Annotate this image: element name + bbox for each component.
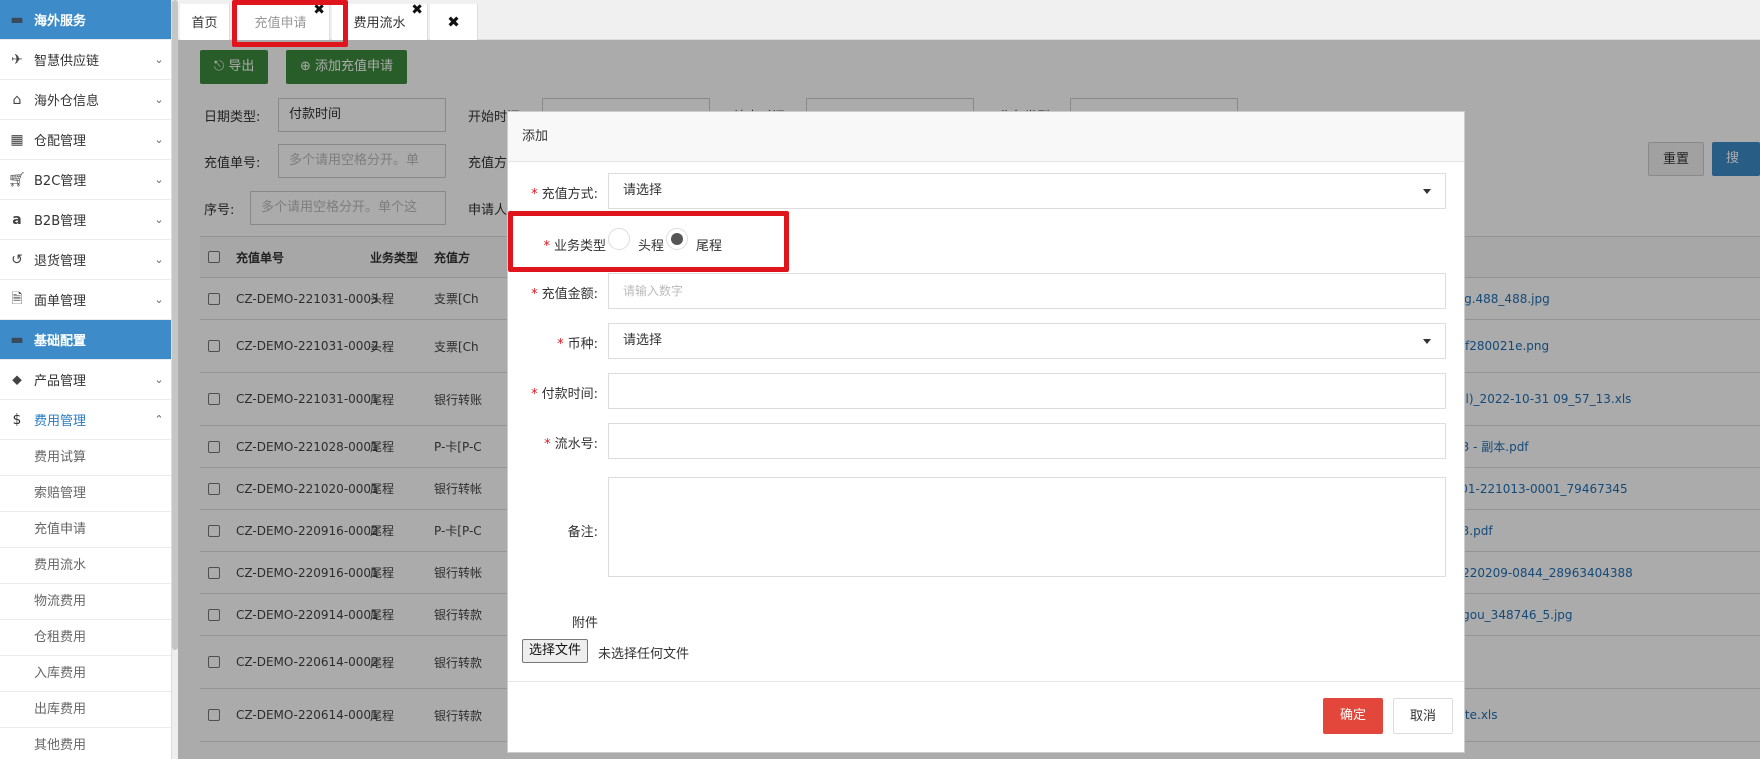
sidebar-subitem-inbound-fee[interactable]: 入库费用 bbox=[0, 656, 171, 692]
chevron-down-icon: ⌄ bbox=[154, 173, 164, 186]
choose-file-button[interactable]: 选择文件 bbox=[522, 639, 589, 663]
chevron-down-icon: ⌄ bbox=[154, 93, 164, 106]
tab-bar: 首页 充值申请 ✖ 费用流水 ✖ ✖ bbox=[178, 0, 1760, 40]
serial-label-text: 流水号: bbox=[554, 437, 598, 452]
dialog-footer-divider bbox=[508, 681, 1464, 682]
cancel-button[interactable]: 取消 bbox=[1393, 698, 1453, 734]
amazon-icon: a bbox=[12, 211, 22, 228]
sidebar-item-labels[interactable]: 🗎︎ 面单管理 ⌄ bbox=[0, 280, 171, 320]
method-select-value: 请选择 bbox=[623, 183, 663, 198]
confirm-button[interactable]: 确定 bbox=[1323, 698, 1383, 734]
dialog-title: 添加 bbox=[508, 112, 1464, 162]
file-status: 未选择任何文件 bbox=[598, 647, 690, 662]
undo-icon: ↺ bbox=[11, 251, 23, 268]
dollar-icon: $ bbox=[12, 411, 22, 428]
serial-input[interactable] bbox=[608, 423, 1446, 459]
tab-home[interactable]: 首页 bbox=[180, 4, 230, 40]
chevron-down-icon: ⌄ bbox=[154, 133, 164, 146]
sidebar-item-label: 基础配置 bbox=[34, 334, 87, 349]
sidebar-subitem-recharge[interactable]: 充值申请 bbox=[0, 512, 171, 548]
sidebar-item-label: B2C管理 bbox=[34, 174, 87, 189]
sidebar-item-label: 费用管理 bbox=[34, 414, 87, 429]
add-recharge-dialog: 添加 * 充值方式: 请选择 * 业务类型 头程 尾程 * 充值金额: 请输入数字 *… bbox=[507, 111, 1465, 753]
highlight-box-tab bbox=[232, 0, 348, 47]
chevron-down-icon: ⌄ bbox=[154, 213, 164, 226]
folder-icon: ▬ bbox=[10, 331, 24, 348]
sidebar-item-products[interactable]: ⬥ 产品管理 ⌄ bbox=[0, 360, 171, 400]
paytime-label-text: 付款时间: bbox=[541, 387, 598, 402]
method-select[interactable]: 请选择 bbox=[608, 173, 1446, 209]
home-icon: ⌂ bbox=[12, 91, 22, 108]
paytime-input[interactable] bbox=[608, 373, 1446, 409]
sidebar-subitem-claims[interactable]: 索赔管理 bbox=[0, 476, 171, 512]
tag-icon: ⬥ bbox=[12, 371, 22, 388]
plane-icon: ✈ bbox=[11, 51, 23, 68]
remark-label: 备注: bbox=[567, 525, 598, 540]
required-mark: * bbox=[557, 337, 564, 352]
chevron-down-icon: ⌄ bbox=[154, 373, 164, 386]
sidebar-item-fees[interactable]: $ 费用管理 ⌃ bbox=[0, 400, 171, 440]
tab-label: 首页 bbox=[191, 16, 218, 31]
document-icon: 🗎︎ bbox=[11, 290, 23, 307]
required-mark: * bbox=[531, 287, 538, 302]
folder-icon: ▬ bbox=[10, 11, 24, 28]
attach-label: 附件 bbox=[571, 616, 598, 631]
method-label: * 充值方式: bbox=[508, 183, 598, 202]
sidebar-item-warehouse-delivery[interactable]: ▦ 仓配管理 ⌄ bbox=[0, 120, 171, 160]
sidebar-item-label: 海外仓信息 bbox=[34, 94, 100, 109]
close-icon[interactable]: ✖ bbox=[447, 13, 460, 31]
sidebar-item-label: 仓配管理 bbox=[34, 134, 87, 149]
sidebar-subitem-outbound-fee[interactable]: 出库费用 bbox=[0, 692, 171, 728]
highlight-box-biz-type bbox=[508, 211, 789, 272]
tab-label: 费用流水 bbox=[353, 16, 406, 31]
tab-close-all[interactable]: ✖ bbox=[430, 4, 478, 40]
paytime-label: * 付款时间: bbox=[508, 383, 598, 402]
amount-input[interactable]: 请输入数字 bbox=[608, 273, 1446, 309]
currency-select[interactable]: 请选择 bbox=[608, 323, 1446, 359]
amount-label-text: 充值金额: bbox=[541, 287, 598, 302]
required-mark: * bbox=[544, 437, 551, 452]
currency-select-value: 请选择 bbox=[623, 333, 663, 348]
sidebar-subitem-fee-estimate[interactable]: 费用试算 bbox=[0, 440, 171, 476]
sidebar-item-label: 面单管理 bbox=[34, 294, 87, 309]
chevron-down-icon: ⌄ bbox=[154, 53, 164, 66]
caret-down-icon bbox=[1423, 339, 1431, 344]
required-mark: * bbox=[531, 387, 538, 402]
sidebar-item-smart-supply-chain[interactable]: ✈ 智慧供应链 ⌄ bbox=[0, 40, 171, 80]
sidebar-group-basic-config[interactable]: ▬ 基础配置 bbox=[0, 320, 171, 360]
sidebar-group-overseas-service[interactable]: ▬ 海外服务 bbox=[0, 0, 171, 40]
amount-label: * 充值金额: bbox=[508, 283, 598, 302]
chevron-down-icon: ⌄ bbox=[154, 293, 164, 306]
chevron-down-icon: ⌄ bbox=[154, 253, 164, 266]
currency-label-text: 币种: bbox=[567, 337, 598, 352]
sidebar-subitem-other-fee[interactable]: 其他费用 bbox=[0, 728, 171, 759]
grid-icon: ▦ bbox=[10, 131, 24, 148]
close-icon[interactable]: ✖ bbox=[411, 0, 423, 20]
sidebar-item-label: 智慧供应链 bbox=[34, 54, 100, 69]
sidebar-item-label: 产品管理 bbox=[34, 374, 87, 389]
sidebar-subitem-fee-flow[interactable]: 费用流水 bbox=[0, 548, 171, 584]
sidebar-item-warehouse-info[interactable]: ⌂ 海外仓信息 ⌄ bbox=[0, 80, 171, 120]
caret-down-icon bbox=[1423, 189, 1431, 194]
sidebar-item-returns[interactable]: ↺ 退货管理 ⌄ bbox=[0, 240, 171, 280]
sidebar-item-label: 退货管理 bbox=[34, 254, 87, 269]
chevron-up-icon: ⌃ bbox=[154, 413, 164, 426]
sidebar-item-b2c[interactable]: 🛒︎ B2C管理 ⌄ bbox=[0, 160, 171, 200]
cart-icon: 🛒︎ bbox=[8, 171, 26, 188]
sidebar-subitem-storage-fee[interactable]: 仓租费用 bbox=[0, 620, 171, 656]
required-mark: * bbox=[531, 187, 538, 202]
method-label-text: 充值方式: bbox=[541, 187, 598, 202]
sidebar-subitem-logistics-fee[interactable]: 物流费用 bbox=[0, 584, 171, 620]
remark-textarea[interactable] bbox=[608, 477, 1446, 577]
sidebar-item-label: B2B管理 bbox=[34, 214, 87, 229]
sidebar-item-label: 海外服务 bbox=[34, 14, 87, 29]
sidebar-item-b2b[interactable]: a B2B管理 ⌄ bbox=[0, 200, 171, 240]
currency-label: * 币种: bbox=[508, 333, 598, 352]
sidebar: ▬ 海外服务 ✈ 智慧供应链 ⌄ ⌂ 海外仓信息 ⌄ ▦ 仓配管理 ⌄ 🛒︎ B… bbox=[0, 0, 172, 759]
serial-label: * 流水号: bbox=[508, 433, 598, 452]
